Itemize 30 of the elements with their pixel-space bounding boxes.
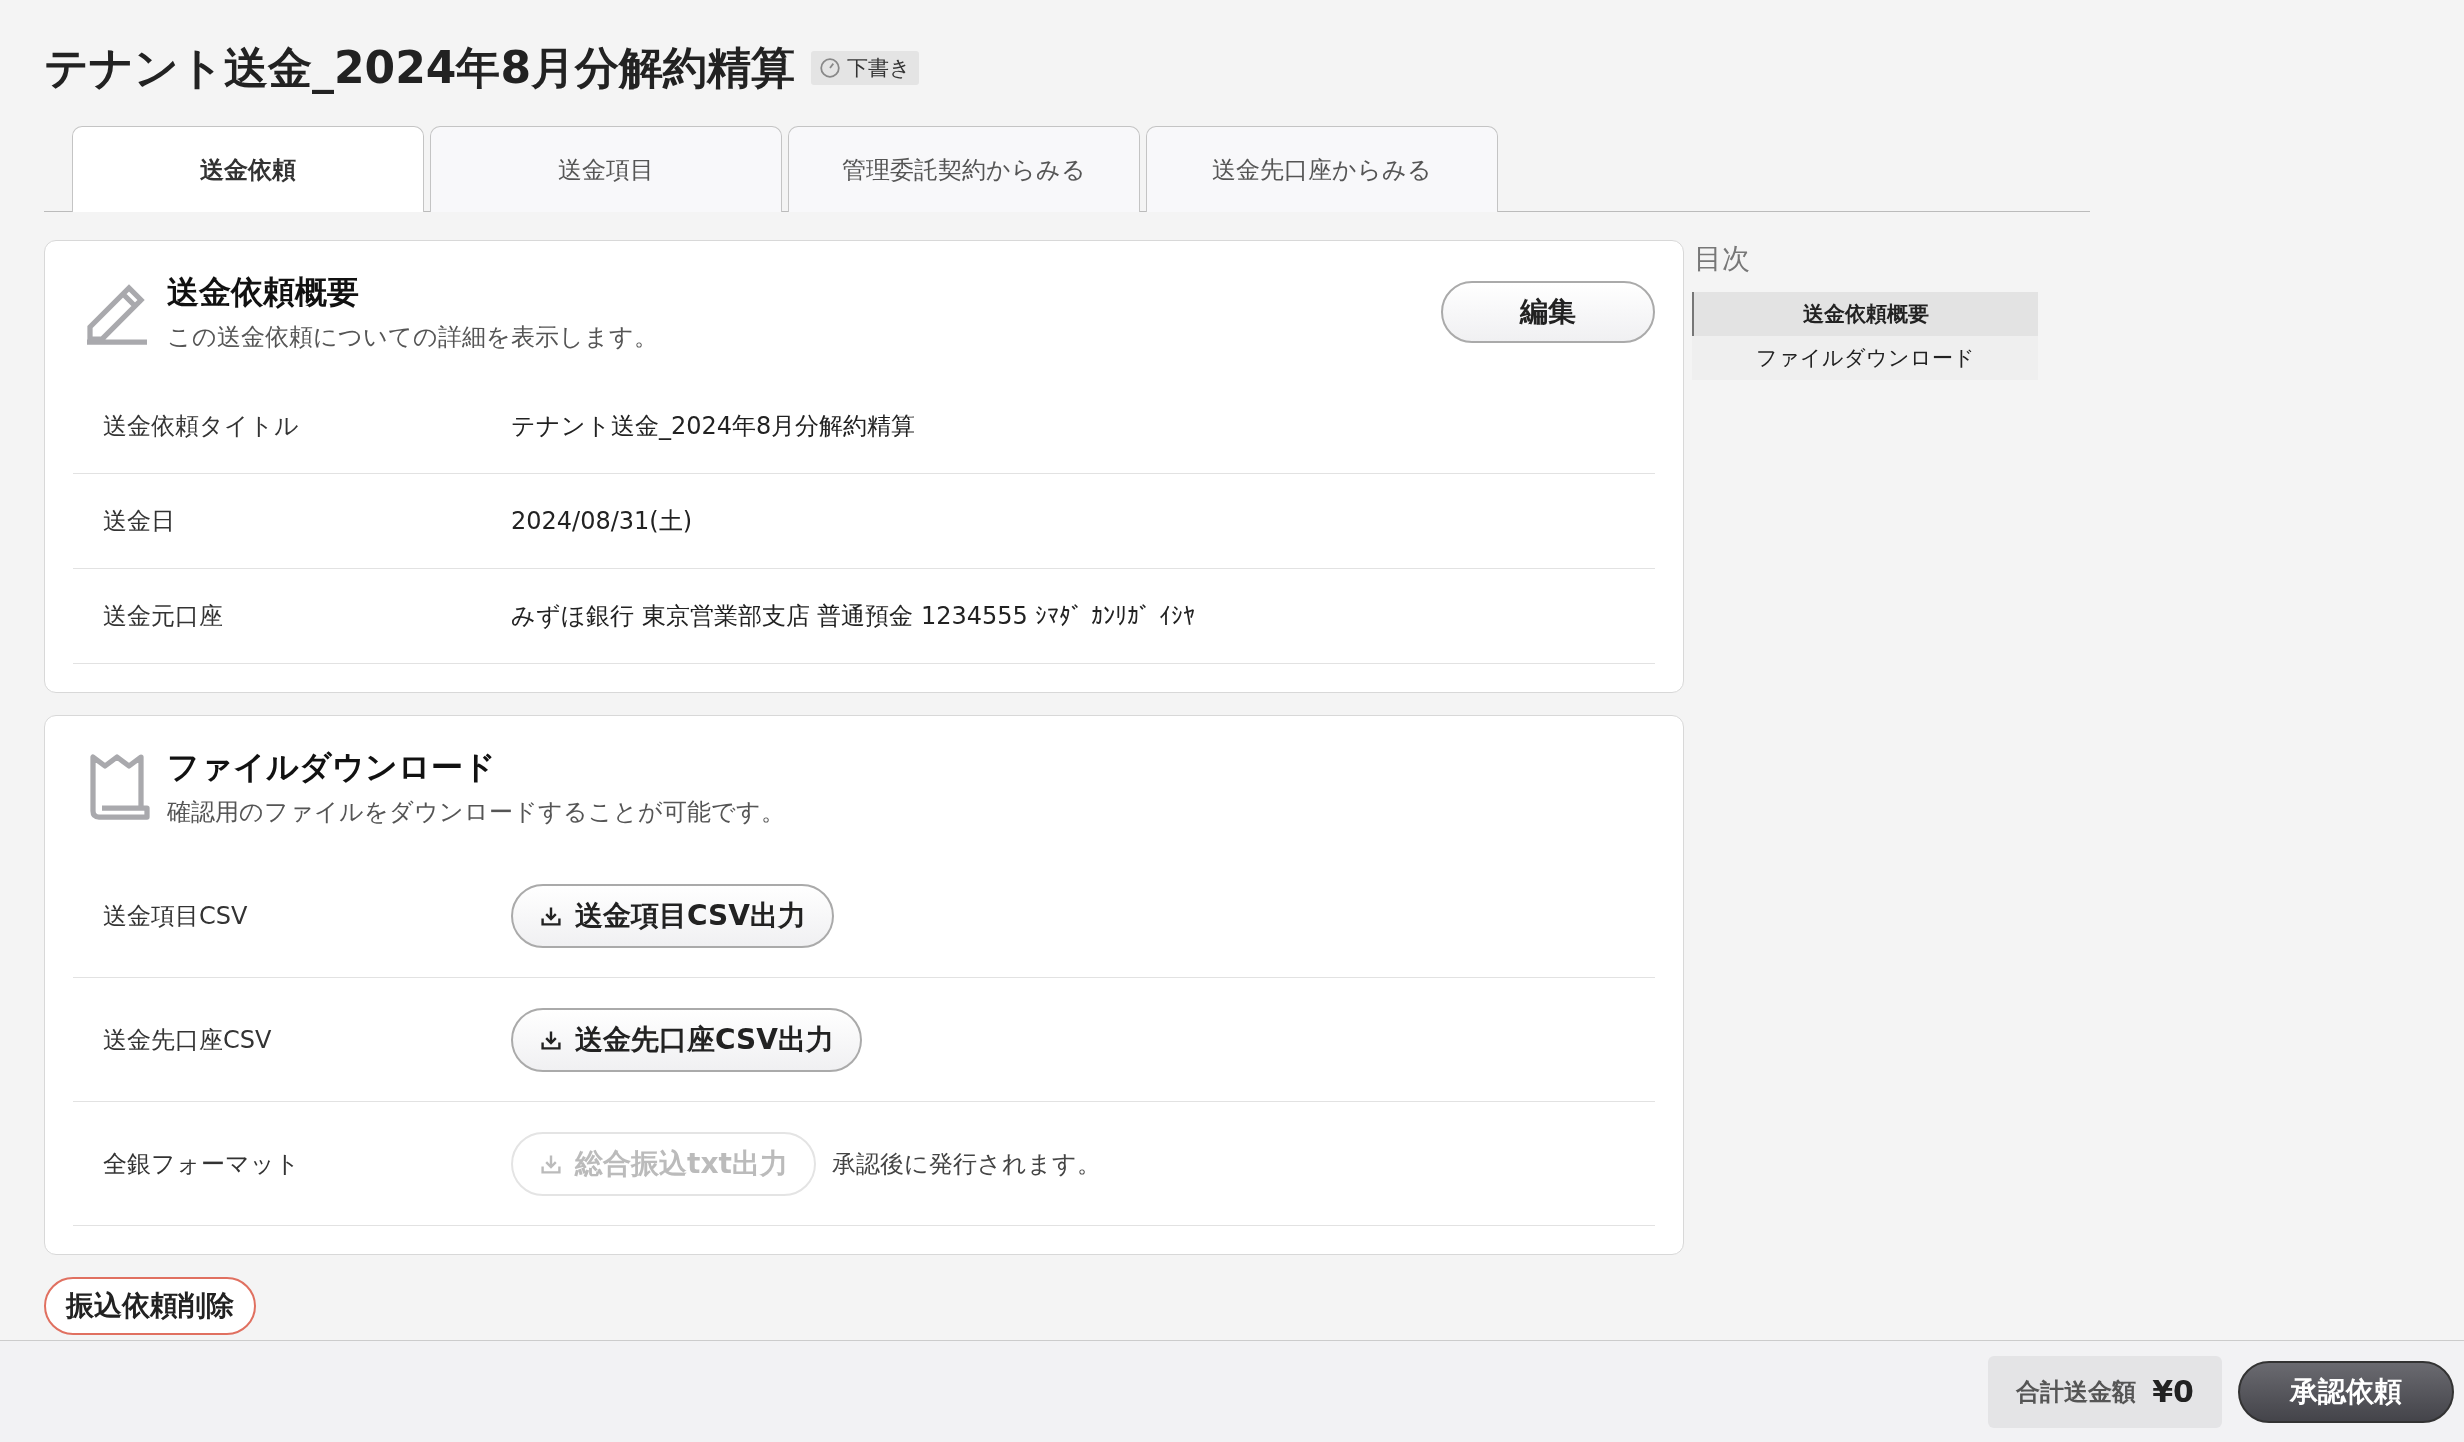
field-label: 送金先口座CSV (103, 1024, 273, 1056)
submit-button[interactable]: 承認依頼 (2238, 1360, 2454, 1423)
section-title: 送金依頼概要 (167, 272, 360, 313)
field-label: 送金項目CSV (103, 900, 249, 932)
total-amount: 合計送金額 ¥0 (1988, 1355, 2222, 1428)
tab[interactable]: 送金先口座からみる (1146, 126, 1498, 212)
clock-icon (819, 57, 842, 79)
field-value: みずほ銀行 東京営業部支店 普通預金 1234555 ｼﾏﾀﾞ ｶﾝﾘｶﾞ ｲｼﾔ (511, 601, 1195, 632)
download-button[interactable]: 送金項目CSV出力 (511, 883, 834, 948)
download-button[interactable]: 送金先口座CSV出力 (511, 1007, 862, 1072)
field-label: 送金依頼タイトル (103, 411, 300, 442)
tab[interactable]: 送金依頼 (72, 126, 424, 212)
section-description: 確認用のファイルをダウンロードすることが可能です。 (167, 797, 786, 828)
field-label: 全銀フォーマット (103, 1148, 301, 1180)
field-value: 2024/08/31(土) (511, 506, 693, 537)
field-label: 送金元口座 (103, 601, 224, 632)
toc-item[interactable]: 送金依頼概要 (1692, 292, 2038, 336)
edit-button[interactable]: 編集 (1441, 281, 1655, 343)
page-title: テナント送金_2024年8月分解約精算 (44, 40, 796, 96)
section-description: この送金依頼についての詳細を表示します。 (167, 322, 659, 353)
toc-title: 目次 (1694, 241, 1751, 277)
status-badge: 下書き (811, 51, 920, 85)
toc-item[interactable]: ファイルダウンロード (1692, 336, 2038, 380)
note-text: 承認後に発行されます。 (831, 1148, 1101, 1180)
field-value: テナント送金_2024年8月分解約精算 (511, 411, 916, 442)
section-title: ファイルダウンロード (167, 747, 497, 788)
tab[interactable]: 管理委託契約からみる (788, 126, 1140, 212)
tab[interactable]: 送金項目 (430, 126, 782, 212)
field-label: 送金日 (103, 506, 176, 537)
delete-button[interactable]: 振込依頼削除 (44, 1277, 256, 1335)
